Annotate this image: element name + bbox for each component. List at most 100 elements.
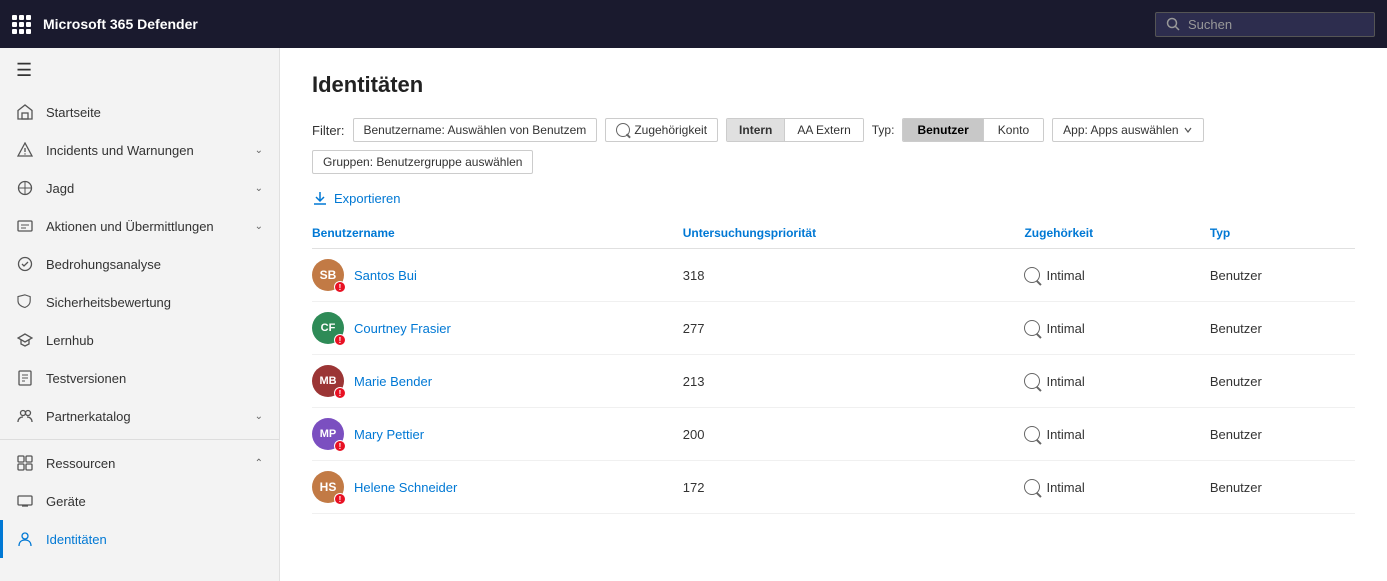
cell-benutzername: MB ! Marie Bender <box>312 355 683 408</box>
zugehorigkeit-value: Intimal <box>1046 427 1084 442</box>
cell-zugehorigkeit: Intimal <box>1024 355 1209 408</box>
user-name[interactable]: Mary Pettier <box>354 427 424 442</box>
sidebar-item-jagd[interactable]: Jagd ⌄ <box>0 169 279 207</box>
cell-priority: 277 <box>683 302 1025 355</box>
user-cell: MB ! Marie Bender <box>312 365 675 397</box>
cell-priority: 213 <box>683 355 1025 408</box>
cell-priority: 172 <box>683 461 1025 514</box>
sidebar-item-ressourcen[interactable]: Ressourcen ⌃ <box>0 444 279 482</box>
filter-typ-label: Typ: <box>872 123 895 137</box>
filter-zugehorigkeit-toggles: Intern AA Extern <box>726 118 864 142</box>
hunt-icon <box>16 179 34 197</box>
sidebar-item-testversionen[interactable]: Testversionen <box>0 359 279 397</box>
topbar: Microsoft 365 Defender <box>0 0 1387 48</box>
cell-typ: Benutzer <box>1210 249 1355 302</box>
user-cell: SB ! Santos Bui <box>312 259 675 291</box>
cell-benutzername: CF ! Courtney Frasier <box>312 302 683 355</box>
resources-icon <box>16 454 34 472</box>
export-icon <box>312 190 328 206</box>
learn-icon <box>16 331 34 349</box>
cell-typ: Benutzer <box>1210 302 1355 355</box>
topbar-search[interactable] <box>1155 12 1375 37</box>
chevron-down-icon: ⌄ <box>255 183 263 194</box>
zugehorigkeit-cell: Intimal <box>1024 426 1201 442</box>
table-row[interactable]: MP ! Mary Pettier 200 Intimal Benutzer <box>312 408 1355 461</box>
cell-priority: 318 <box>683 249 1025 302</box>
table-row[interactable]: SB ! Santos Bui 318 Intimal Benutzer <box>312 249 1355 302</box>
sidebar: ☰ Startseite Incidents und Warnungen ⌄ J… <box>0 48 280 581</box>
filter-benutzer-button[interactable]: Benutzer <box>903 119 983 141</box>
cell-benutzername: SB ! Santos Bui <box>312 249 683 302</box>
table-row[interactable]: MB ! Marie Bender 213 Intimal Benutzer <box>312 355 1355 408</box>
user-cell: MP ! Mary Pettier <box>312 418 675 450</box>
cell-benutzername: MP ! Mary Pettier <box>312 408 683 461</box>
user-name[interactable]: Courtney Frasier <box>354 321 451 336</box>
export-label: Exportieren <box>334 191 400 206</box>
chevron-down-icon: ⌄ <box>255 145 263 156</box>
sidebar-item-bedrohung[interactable]: Bedrohungsanalyse <box>0 245 279 283</box>
cell-zugehorigkeit: Intimal <box>1024 461 1209 514</box>
sidebar-item-label: Bedrohungsanalyse <box>46 257 263 272</box>
zugehorigkeit-value: Intimal <box>1046 321 1084 336</box>
avatar-warning-icon: ! <box>334 440 346 452</box>
filter-label: Filter: <box>312 123 345 138</box>
sidebar-item-startseite[interactable]: Startseite <box>0 93 279 131</box>
identity-icon <box>16 530 34 548</box>
filter-benutzername[interactable]: Benutzername: Auswählen von Benutzem <box>353 118 598 142</box>
sidebar-item-sicherheit[interactable]: Sicherheitsbewertung <box>0 283 279 321</box>
cell-zugehorigkeit: Intimal <box>1024 302 1209 355</box>
test-icon <box>16 369 34 387</box>
zugehorigkeit-cell: Intimal <box>1024 479 1201 495</box>
chevron-down-icon: ⌄ <box>255 411 263 422</box>
cell-priority: 200 <box>683 408 1025 461</box>
sidebar-item-label: Identitäten <box>46 532 263 547</box>
filter-aa-extern-button[interactable]: AA Extern <box>785 119 862 141</box>
user-name[interactable]: Marie Bender <box>354 374 432 389</box>
user-name[interactable]: Helene Schneider <box>354 480 457 495</box>
devices-icon <box>16 492 34 510</box>
sidebar-item-aktionen[interactable]: Aktionen und Übermittlungen ⌄ <box>0 207 279 245</box>
table-row[interactable]: CF ! Courtney Frasier 277 Intimal Benutz… <box>312 302 1355 355</box>
zugehorigkeit-value: Intimal <box>1046 268 1084 283</box>
filter-intern-button[interactable]: Intern <box>727 119 785 141</box>
sidebar-item-partner[interactable]: Partnerkatalog ⌄ <box>0 397 279 435</box>
filter-app-label: App: Apps auswählen <box>1063 123 1178 137</box>
app-title: Microsoft 365 Defender <box>43 16 1143 32</box>
table-row[interactable]: HS ! Helene Schneider 172 Intimal Benutz… <box>312 461 1355 514</box>
app-grid-icon[interactable] <box>12 15 31 34</box>
cell-zugehorigkeit: Intimal <box>1024 249 1209 302</box>
sidebar-item-identitaeten[interactable]: Identitäten <box>0 520 279 558</box>
col-zugehorigkeit: Zugehörkeit <box>1024 218 1209 249</box>
zugehorigkeit-value: Intimal <box>1046 480 1084 495</box>
hamburger-button[interactable]: ☰ <box>0 48 279 93</box>
filter-benutzername-label: Benutzername: Auswählen von Benutzem <box>364 123 587 137</box>
threat-icon <box>16 255 34 273</box>
chevron-down-icon <box>1183 125 1193 135</box>
sidebar-item-label: Incidents und Warnungen <box>46 143 243 158</box>
filter-konto-button[interactable]: Konto <box>984 119 1043 141</box>
zugehorigkeit-icon <box>1024 373 1040 389</box>
cell-benutzername: HS ! Helene Schneider <box>312 461 683 514</box>
sidebar-item-label: Testversionen <box>46 371 263 386</box>
filter-zugehorigkeit[interactable]: Zugehörigkeit <box>605 118 718 142</box>
search-mini-icon <box>616 123 630 137</box>
actions-icon <box>16 217 34 235</box>
avatar-warning-icon: ! <box>334 334 346 346</box>
sidebar-item-lernhub[interactable]: Lernhub <box>0 321 279 359</box>
search-input[interactable] <box>1188 17 1358 32</box>
zugehorigkeit-icon <box>1024 426 1040 442</box>
sidebar-item-label: Geräte <box>46 494 263 509</box>
filter-gruppen-dropdown[interactable]: Gruppen: Benutzergruppe auswählen <box>312 150 533 174</box>
identities-table: Benutzername Untersuchungspriorität Zuge… <box>312 218 1355 514</box>
sidebar-item-geraete[interactable]: Geräte <box>0 482 279 520</box>
sidebar-item-label: Jagd <box>46 181 243 196</box>
layout: ☰ Startseite Incidents und Warnungen ⌄ J… <box>0 48 1387 581</box>
user-name[interactable]: Santos Bui <box>354 268 417 283</box>
col-untersuchung: Untersuchungspriorität <box>683 218 1025 249</box>
chevron-down-icon: ⌄ <box>255 221 263 232</box>
export-bar[interactable]: Exportieren <box>312 190 1355 206</box>
filter-app-dropdown[interactable]: App: Apps auswählen <box>1052 118 1203 142</box>
sidebar-item-incidents[interactable]: Incidents und Warnungen ⌄ <box>0 131 279 169</box>
zugehorigkeit-cell: Intimal <box>1024 267 1201 283</box>
page-title: Identitäten <box>312 72 1355 98</box>
